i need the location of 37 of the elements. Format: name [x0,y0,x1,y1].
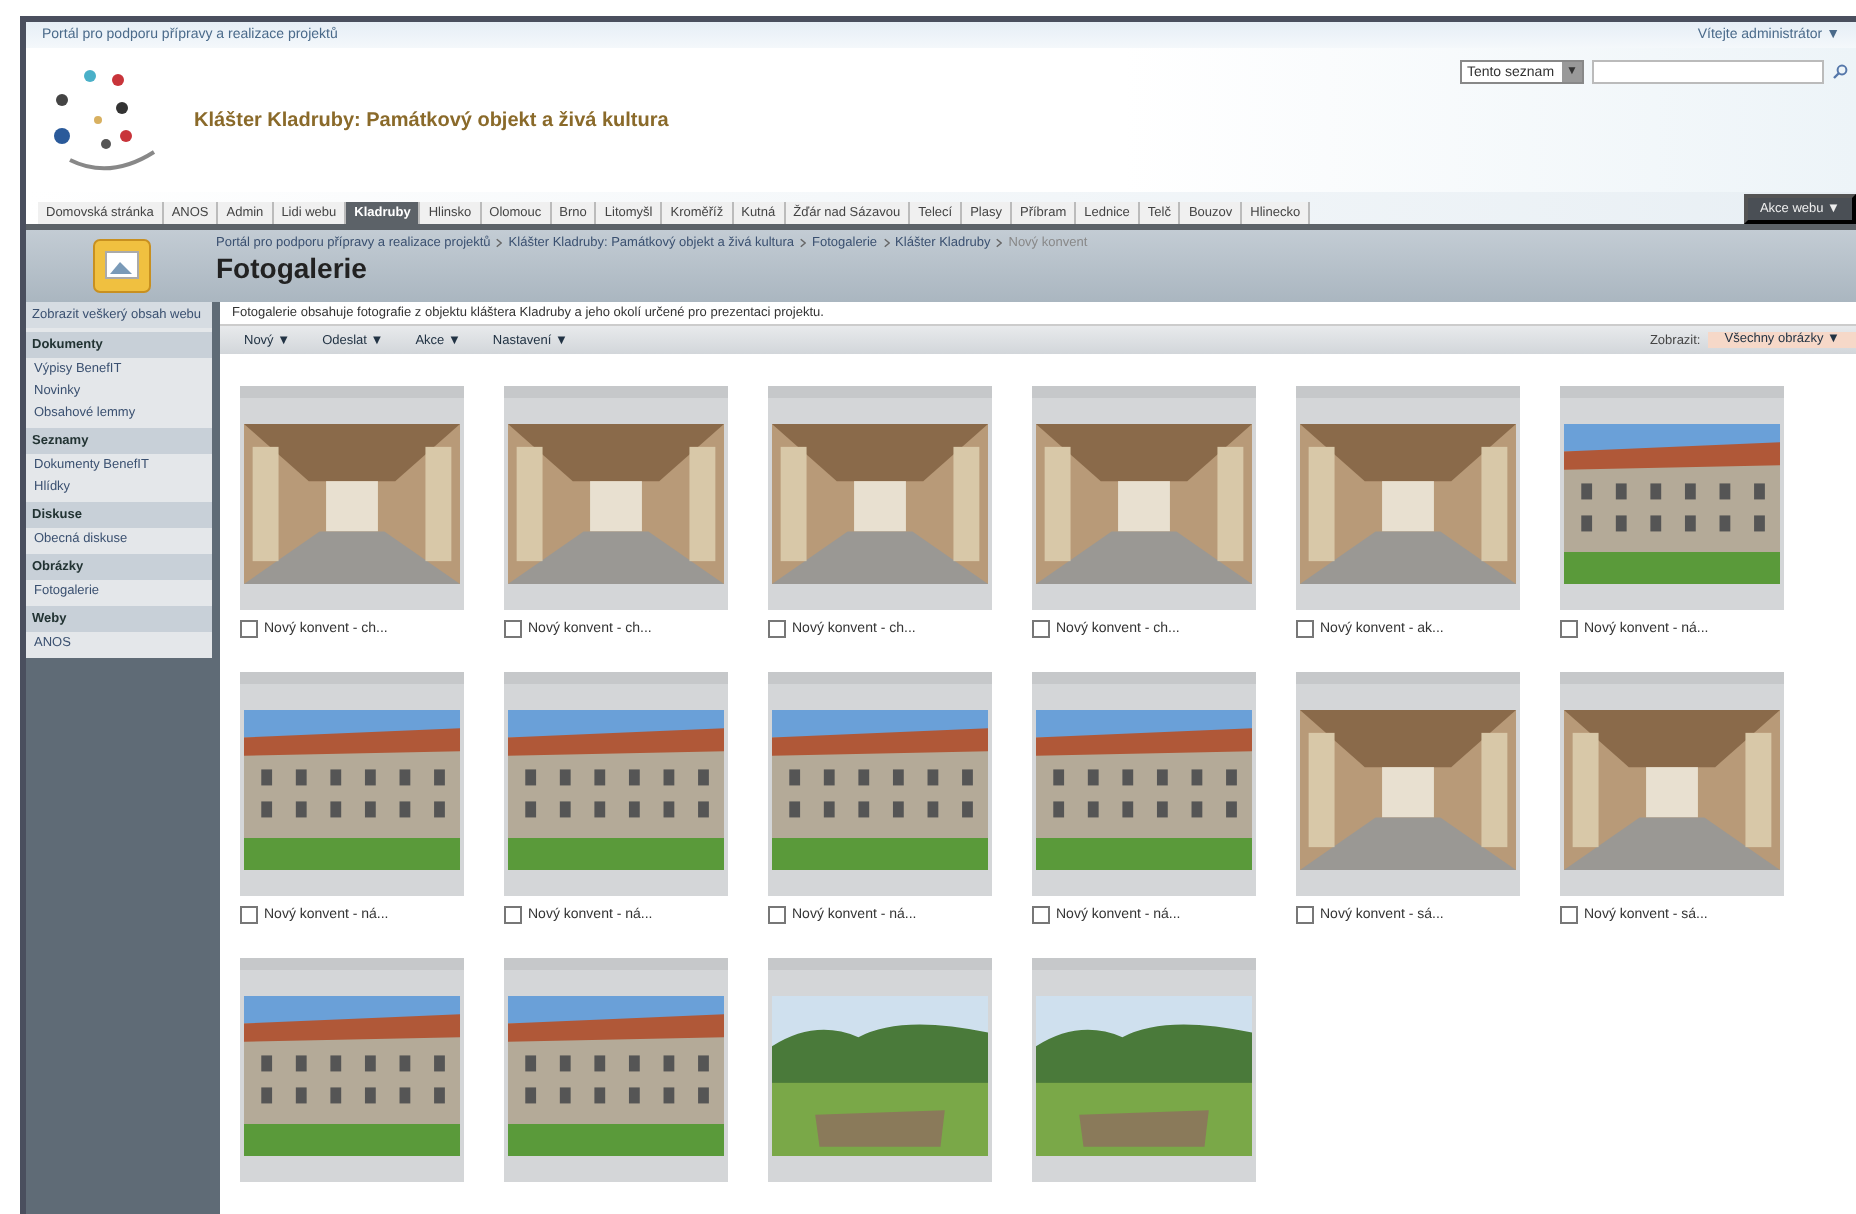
checkbox[interactable] [240,906,258,924]
site-title: Klášter Kladruby: Památkový objekt a živá kultura [194,109,671,131]
search-field[interactable] [1592,60,1824,84]
checkbox[interactable] [504,620,522,638]
photo-placeholder[interactable] [1036,710,1252,870]
photo-placeholder[interactable] [772,996,988,1156]
checkbox[interactable] [1032,620,1050,638]
checkbox[interactable] [768,620,786,638]
photo-placeholder[interactable] [1300,424,1516,584]
picture-library-icon [91,238,151,294]
checkbox[interactable] [1296,620,1314,638]
chevron-icon [883,238,890,248]
photo-placeholder[interactable] [1300,710,1516,870]
photo-placeholder[interactable] [244,424,460,584]
checkbox[interactable] [1560,620,1578,638]
checkbox[interactable] [1296,906,1314,924]
photo-placeholder[interactable] [1564,424,1780,584]
photo-placeholder[interactable] [772,424,988,584]
photo-placeholder[interactable] [508,996,724,1156]
photo-placeholder[interactable] [508,710,724,870]
chevron-icon [496,238,503,248]
photo-placeholder[interactable] [244,996,460,1156]
photo-placeholder[interactable] [1564,710,1780,870]
chevron-icon [996,238,1003,248]
checkbox[interactable] [1560,906,1578,924]
checkbox[interactable] [768,906,786,924]
photo-placeholder[interactable] [1036,996,1252,1156]
checkbox[interactable] [504,906,522,924]
checkbox[interactable] [240,620,258,638]
checkbox[interactable] [1032,906,1050,924]
search-icon[interactable] [1832,64,1848,80]
chevron-icon [800,238,807,248]
photo-placeholder[interactable] [508,424,724,584]
photo-placeholder[interactable] [244,710,460,870]
photo-placeholder[interactable] [1036,424,1252,584]
photo-placeholder[interactable] [772,710,988,870]
page-title: Fotogalerie [216,252,369,284]
